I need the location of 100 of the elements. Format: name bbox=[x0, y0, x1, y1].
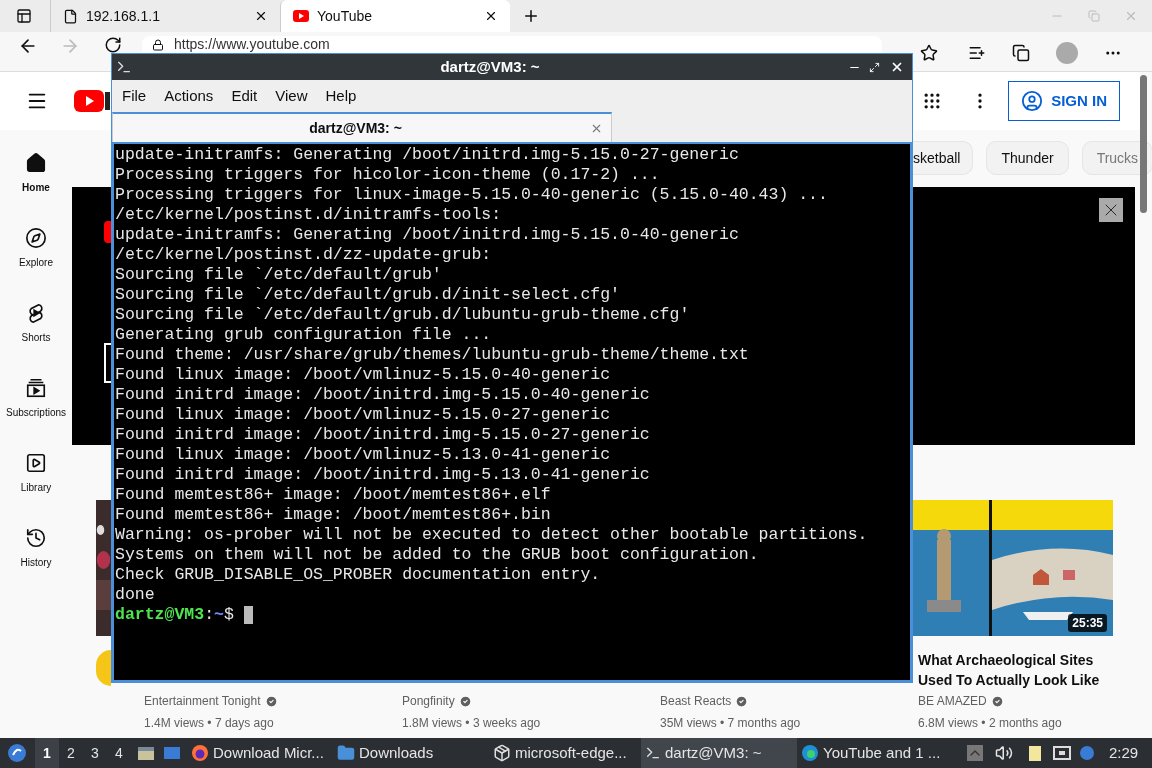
chip[interactable]: Thunder bbox=[986, 141, 1069, 175]
desktop-icon[interactable] bbox=[163, 745, 181, 761]
sidebar-item[interactable]: Home bbox=[0, 150, 72, 197]
terminal-line: Found linux image: /boot/vmlinuz-5.13.0-41-generic bbox=[115, 445, 612, 465]
video-duration: 25:35 bbox=[1068, 614, 1107, 632]
close-icon[interactable] bbox=[890, 60, 904, 74]
logo-icon bbox=[104, 221, 111, 243]
menu-item[interactable]: View bbox=[267, 84, 316, 108]
chip[interactable]: sketball bbox=[913, 141, 974, 175]
terminal-line: update-initramfs: Generating /boot/initrd.img-5.15.0-40-generic bbox=[115, 225, 740, 245]
terminal-line: /etc/kernel/postinst.d/initramfs-tools: bbox=[115, 205, 503, 225]
menu-item[interactable]: Edit bbox=[223, 84, 266, 108]
home-icon bbox=[25, 152, 47, 174]
package-icon bbox=[493, 744, 511, 762]
favorite-icon[interactable] bbox=[920, 44, 938, 62]
text-cursor bbox=[243, 606, 253, 624]
close-icon[interactable] bbox=[484, 9, 498, 23]
prompt-symbol: $ bbox=[223, 605, 234, 625]
channel-name[interactable]: Pongfinity bbox=[402, 692, 455, 710]
terminal-line: update-initramfs: Generating /boot/initrd.img-5.15.0-27-generic bbox=[115, 145, 740, 165]
subscriptions-icon bbox=[25, 377, 47, 399]
video-title[interactable]: What Archaeological Sites Used To Actually Look Like bbox=[918, 650, 1108, 690]
terminal-line: Found initrd image: /boot/initrd.img-5.15.0-27-generic bbox=[115, 425, 651, 445]
compass-icon bbox=[25, 227, 47, 249]
menu-item[interactable]: File bbox=[114, 84, 155, 108]
lock-icon bbox=[152, 38, 164, 51]
clipboard-icon[interactable] bbox=[1027, 744, 1043, 762]
channel-name[interactable]: Beast Reacts bbox=[660, 692, 732, 710]
terminal-line: Sourcing file `/etc/default/grub.d/lubuntu-grub-theme.cfg' bbox=[115, 305, 691, 325]
terminal-line: Found memtest86+ image: /boot/memtest86+.bin bbox=[115, 505, 552, 525]
notification-icon[interactable] bbox=[1079, 745, 1095, 761]
favorites-icon[interactable] bbox=[968, 44, 986, 62]
taskbar-task[interactable]: dartz@VM3: ~ bbox=[641, 738, 797, 768]
terminal-line: /etc/kernel/postinst.d/zz-update-grub: bbox=[115, 245, 493, 265]
sidebar-item[interactable]: Library bbox=[0, 450, 72, 497]
taskbar-task[interactable]: YouTube and 1 ... bbox=[797, 738, 963, 768]
tab-title: 192.168.1.1 bbox=[86, 6, 161, 26]
terminal-tab[interactable]: dartz@VM3: ~ bbox=[112, 112, 612, 142]
sidebar-item[interactable]: Subscriptions bbox=[0, 375, 72, 422]
menu-item[interactable]: Help bbox=[317, 84, 365, 108]
terminal-line: Found initrd image: /boot/initrd.img-5.15.0-40-generic bbox=[115, 385, 651, 405]
menu-item[interactable]: Actions bbox=[156, 84, 222, 108]
address-field[interactable]: https://www.youtube.com bbox=[142, 36, 882, 53]
prompt-user: dartz@VM3 bbox=[115, 605, 205, 625]
workspace-button[interactable]: 3 bbox=[83, 738, 107, 768]
tab-title: YouTube bbox=[317, 6, 373, 26]
browser-tab[interactable]: YouTube bbox=[280, 0, 510, 32]
tab-actions-icon[interactable] bbox=[16, 8, 32, 24]
volume-icon[interactable] bbox=[995, 744, 1013, 762]
window-title: dartz@VM3: ~ bbox=[439, 56, 541, 77]
workspace-button[interactable]: 1 bbox=[35, 738, 59, 768]
terminal-line: Warning: os-prober will not be executed to detect other bootable partitions. bbox=[115, 525, 869, 545]
terminal-line: Sourcing file `/etc/default/grub' bbox=[115, 265, 443, 285]
firefox-icon bbox=[191, 744, 209, 762]
collections-icon[interactable] bbox=[1012, 44, 1030, 62]
channel-name[interactable]: BE AMAZED bbox=[918, 692, 987, 710]
terminal-line: Found linux image: /boot/vmlinuz-5.15.0-27-generic bbox=[115, 405, 612, 425]
terminal-line: Sourcing file `/etc/default/grub.d/init-select.cfg' bbox=[115, 285, 621, 305]
chip[interactable]: Trucks bbox=[1081, 141, 1152, 175]
terminal-line: Processing triggers for hicolor-icon-theme (0.17-2) ... bbox=[115, 165, 661, 185]
clock[interactable]: 2:29 bbox=[1109, 741, 1139, 765]
new-tab-icon[interactable] bbox=[522, 7, 540, 25]
maximize-icon[interactable] bbox=[869, 61, 880, 73]
terminal-line: Systems on them will not be added to the GRUB boot configuration. bbox=[115, 545, 760, 565]
edge-icon bbox=[801, 744, 819, 762]
taskbar-task[interactable]: microsoft-edge... bbox=[489, 738, 641, 768]
network-icon[interactable] bbox=[1053, 745, 1071, 761]
page-icon bbox=[63, 8, 78, 24]
video-meta: 35M views • 7 months ago bbox=[660, 715, 801, 732]
terminal-line: Generating grub configuration file ... bbox=[115, 325, 493, 345]
terminal-line: Found initrd image: /boot/initrd.img-5.13.0-41-generic bbox=[115, 465, 651, 485]
video-meta: 1.4M views • 7 days ago bbox=[144, 715, 275, 732]
sign-in-button[interactable]: SIGN IN bbox=[1008, 81, 1120, 121]
workspace-button[interactable]: 4 bbox=[107, 738, 131, 768]
prompt-separator: : bbox=[204, 605, 215, 625]
terminal-line: Found theme: /usr/share/grub/themes/lubuntu-grub-theme/theme.txt bbox=[115, 345, 750, 365]
channel-name[interactable]: Entertainment Tonight bbox=[144, 692, 261, 710]
workspace-button[interactable]: 2 bbox=[59, 738, 83, 768]
scrollbar[interactable] bbox=[1140, 75, 1147, 213]
sidebar-item[interactable]: Explore bbox=[0, 225, 72, 272]
close-button[interactable] bbox=[1099, 198, 1123, 222]
history-icon bbox=[25, 527, 47, 549]
taskbar-task[interactable]: Downloads bbox=[333, 738, 489, 768]
taskbar-task[interactable]: Download Micr... bbox=[187, 738, 333, 768]
sidebar-item[interactable]: History bbox=[0, 525, 72, 572]
logo-icon[interactable] bbox=[74, 88, 110, 114]
start-menu-icon[interactable] bbox=[7, 743, 27, 763]
video-meta: 6.8M views • 2 months ago bbox=[918, 715, 1063, 732]
folder-icon bbox=[337, 744, 355, 762]
library-icon bbox=[25, 452, 47, 474]
terminal-line: Found memtest86+ image: /boot/memtest86+.elf bbox=[115, 485, 552, 505]
sidebar-item[interactable]: Shorts bbox=[0, 300, 72, 347]
reload-icon[interactable] bbox=[104, 36, 122, 54]
terminal-icon bbox=[116, 59, 132, 75]
file-manager-icon[interactable] bbox=[137, 744, 155, 762]
play-logo-icon bbox=[293, 10, 309, 22]
terminal-line: Found linux image: /boot/vmlinuz-5.15.0-40-generic bbox=[115, 365, 612, 385]
close-icon[interactable] bbox=[254, 9, 268, 23]
video-meta: 1.8M views • 3 weeks ago bbox=[402, 715, 541, 732]
user-icon bbox=[1021, 90, 1044, 112]
